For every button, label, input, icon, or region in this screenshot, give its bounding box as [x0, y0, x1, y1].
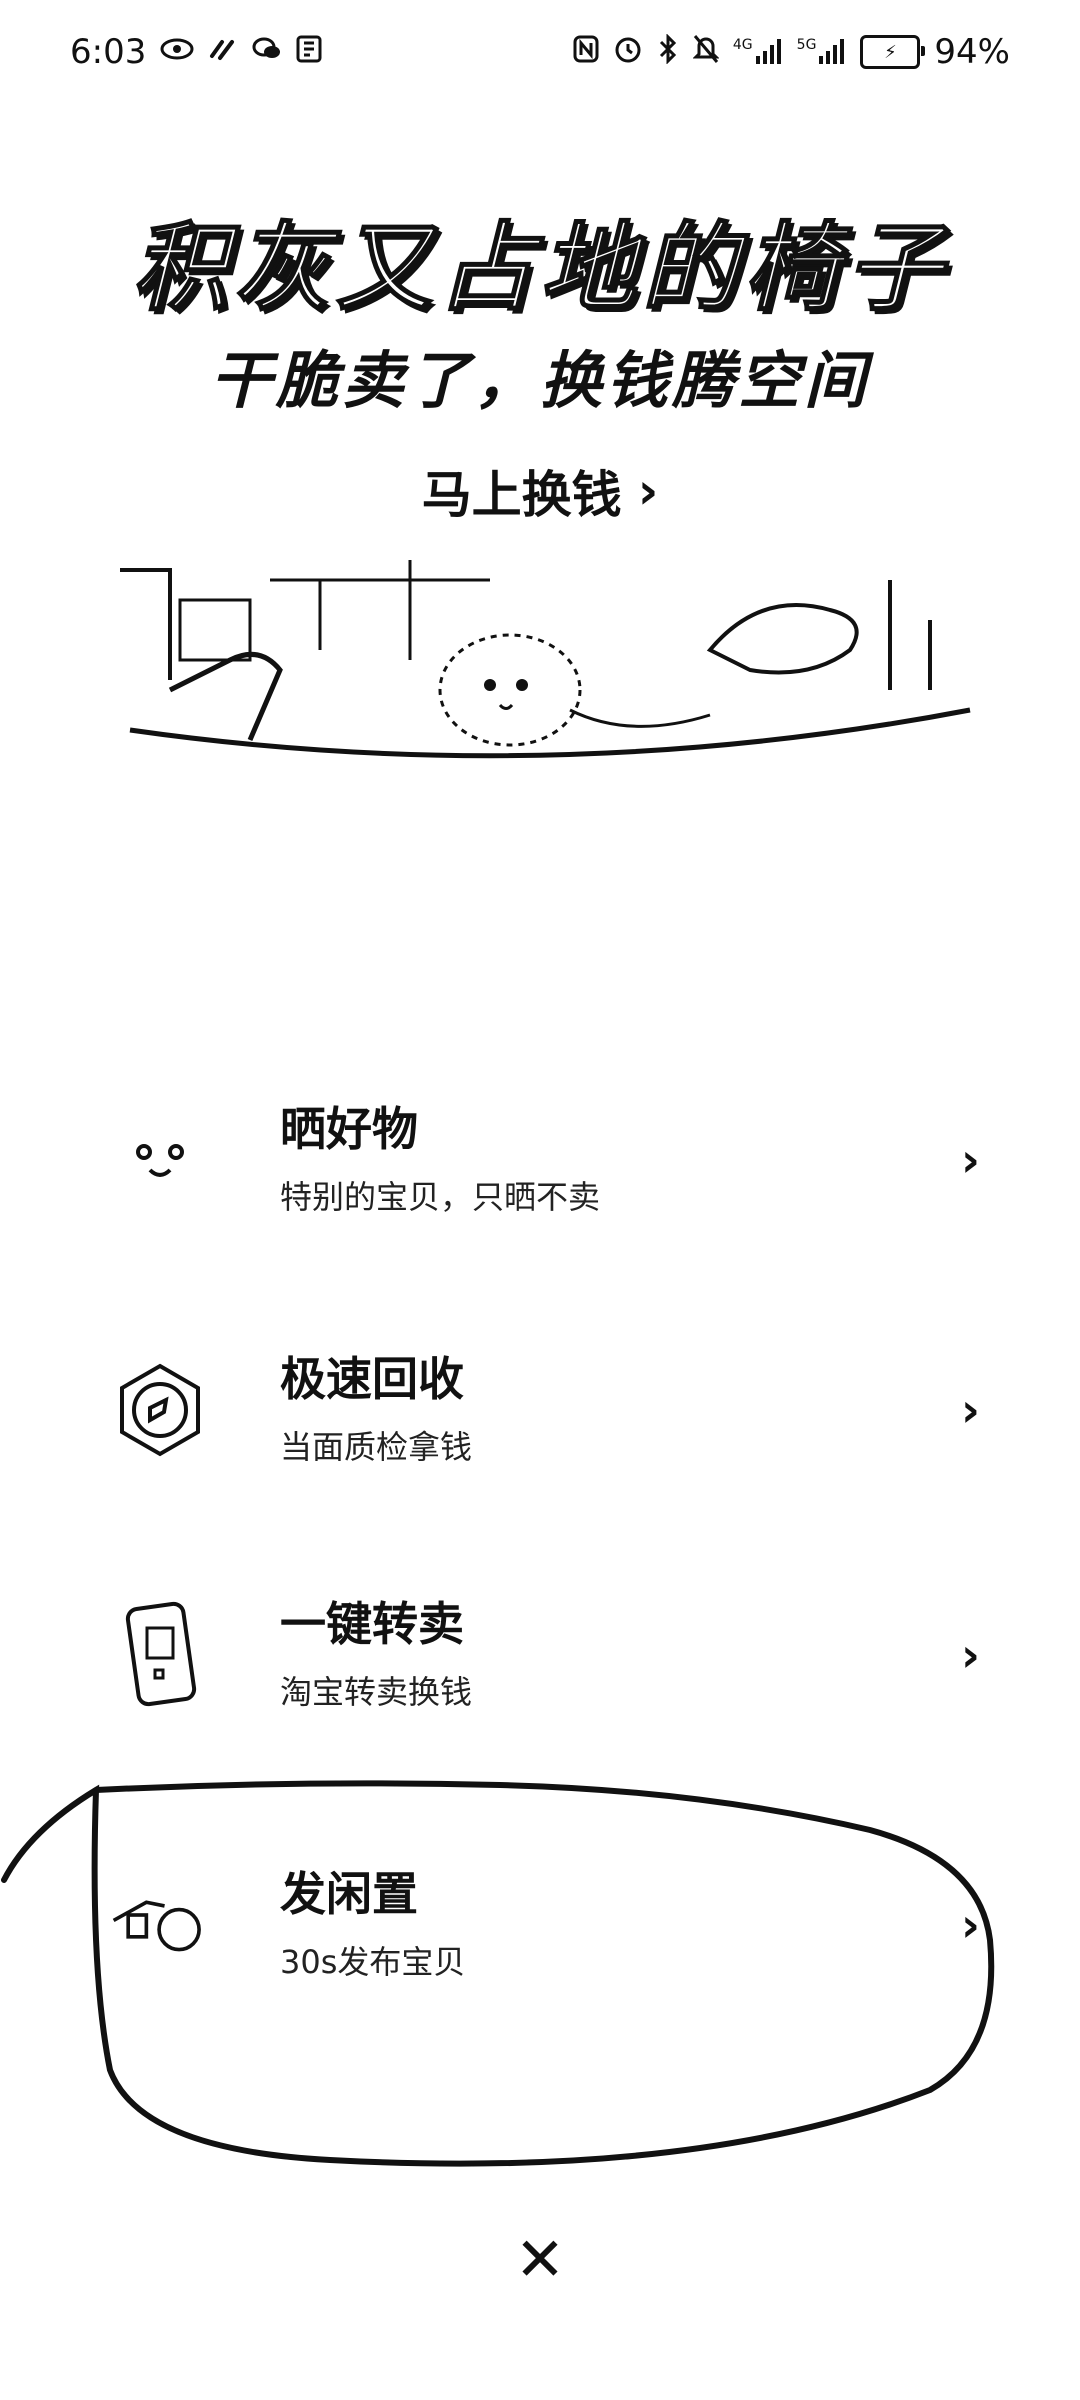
network-label: 4G	[732, 37, 753, 53]
menu-text: 发闲置 30s发布宝贝	[280, 1867, 961, 1982]
hero-subtitle: 干脆卖了，换钱腾空间	[209, 344, 870, 417]
battery-percent: 94%	[934, 32, 1010, 72]
phone-icon	[110, 1601, 210, 1707]
network-label: 5G	[796, 37, 817, 53]
eye-icon	[160, 37, 194, 67]
status-right: 4G 5G ⚡ 94%	[573, 32, 1010, 72]
menu-subtitle: 当面质检拿钱	[280, 1427, 473, 1466]
menu-title: 极速回收	[280, 1352, 464, 1407]
menu-subtitle: 30s发布宝贝	[280, 1942, 466, 1981]
chevron-right-icon: ›	[961, 1628, 980, 1682]
menu-title: 晒好物	[280, 1102, 418, 1157]
chevron-right-icon: ›	[961, 1133, 980, 1187]
status-left: 6:03	[70, 32, 322, 72]
menu-title: 一键转卖	[280, 1597, 464, 1652]
menu-subtitle: 特别的宝贝，只晒不卖	[280, 1177, 601, 1216]
menu-title: 发闲置	[280, 1867, 418, 1922]
chevron-right-icon: ›	[961, 1898, 980, 1952]
chevron-right-icon: ›	[961, 1383, 980, 1437]
app-icon	[296, 35, 322, 69]
clock: 6:03	[70, 32, 147, 72]
alarm-icon	[613, 34, 643, 70]
menu-item-show-goods[interactable]: 晒好物 特别的宝贝，只晒不卖 ›	[110, 1080, 980, 1240]
menu-item-quick-recycle[interactable]: 极速回收 当面质检拿钱 ›	[110, 1330, 980, 1490]
cash-out-label: 马上换钱	[421, 466, 622, 524]
camera-icon	[110, 1875, 210, 1975]
vpn-icon	[208, 36, 238, 68]
cash-out-button[interactable]: 马上换钱 ›	[0, 455, 1080, 527]
menu-text: 极速回收 当面质检拿钱	[280, 1352, 961, 1467]
chevron-right-icon: ›	[637, 462, 659, 520]
menu-text: 晒好物 特别的宝贝，只晒不卖	[280, 1102, 961, 1217]
mute-icon	[692, 34, 720, 70]
menu-subtitle: 淘宝转卖换钱	[280, 1672, 473, 1711]
menu-item-one-click-resell[interactable]: 一键转卖 淘宝转卖换钱 ›	[110, 1575, 980, 1735]
smile-icon	[110, 1110, 210, 1210]
battery-icon: ⚡	[860, 35, 926, 69]
hero-title: 积灰又占地的椅子	[131, 211, 948, 325]
close-icon: ✕	[514, 2225, 566, 2295]
signal-icon: 4G	[733, 38, 783, 66]
close-button[interactable]: ✕	[500, 2220, 580, 2300]
menu-text: 一键转卖 淘宝转卖换钱	[280, 1597, 961, 1712]
nfc-icon	[573, 35, 599, 69]
hero-illustration	[120, 560, 971, 759]
status-bar: 6:03 4G 5G ⚡ 94%	[0, 0, 1080, 104]
wechat-icon	[252, 36, 282, 68]
menu-item-post-idle[interactable]: 发闲置 30s发布宝贝 ›	[110, 1845, 980, 2005]
recycle-icon	[110, 1360, 210, 1460]
signal-icon: 5G	[797, 38, 847, 66]
bluetooth-icon	[657, 33, 679, 70]
